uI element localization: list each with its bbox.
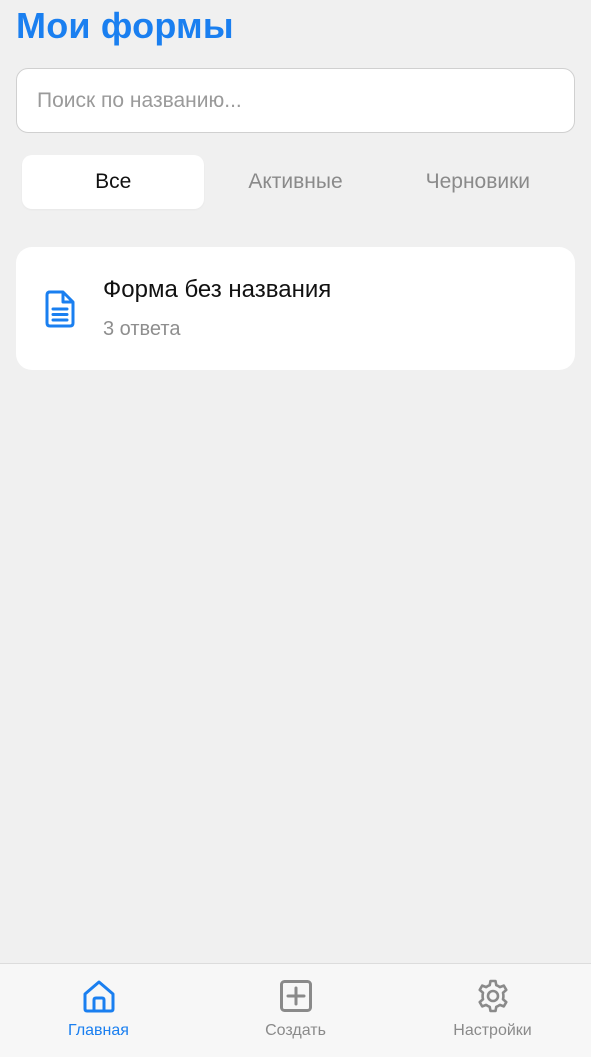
form-title: Форма без названия [103, 276, 332, 303]
form-list-item[interactable]: Форма без названия 3 ответа [16, 247, 575, 370]
nav-settings-label: Настройки [453, 1022, 532, 1039]
gear-icon [477, 979, 508, 1013]
tab-all[interactable]: Все [22, 155, 205, 209]
tab-active[interactable]: Активные [204, 155, 386, 209]
form-response-count: 3 ответа [103, 318, 181, 340]
tab-drafts[interactable]: Черновики [387, 155, 569, 209]
plus-square-icon [279, 980, 312, 1012]
filter-tabs: Все Активные Черновики [22, 155, 569, 209]
nav-home[interactable]: Главная [0, 964, 197, 1057]
document-icon [45, 290, 75, 328]
home-icon [83, 980, 114, 1013]
forms-screen: Мои формы Все Активные Черновики Форма б… [0, 0, 591, 1057]
nav-home-label: Главная [68, 1022, 129, 1039]
nav-settings[interactable]: Настройки [394, 964, 591, 1057]
nav-create[interactable]: Создать [197, 964, 394, 1057]
search-input[interactable] [17, 69, 574, 132]
bottom-nav: Главная Создать Настройки [0, 963, 591, 1057]
nav-create-label: Создать [265, 1022, 326, 1039]
page-title: Мои формы [16, 5, 234, 46]
search-box [16, 68, 575, 133]
